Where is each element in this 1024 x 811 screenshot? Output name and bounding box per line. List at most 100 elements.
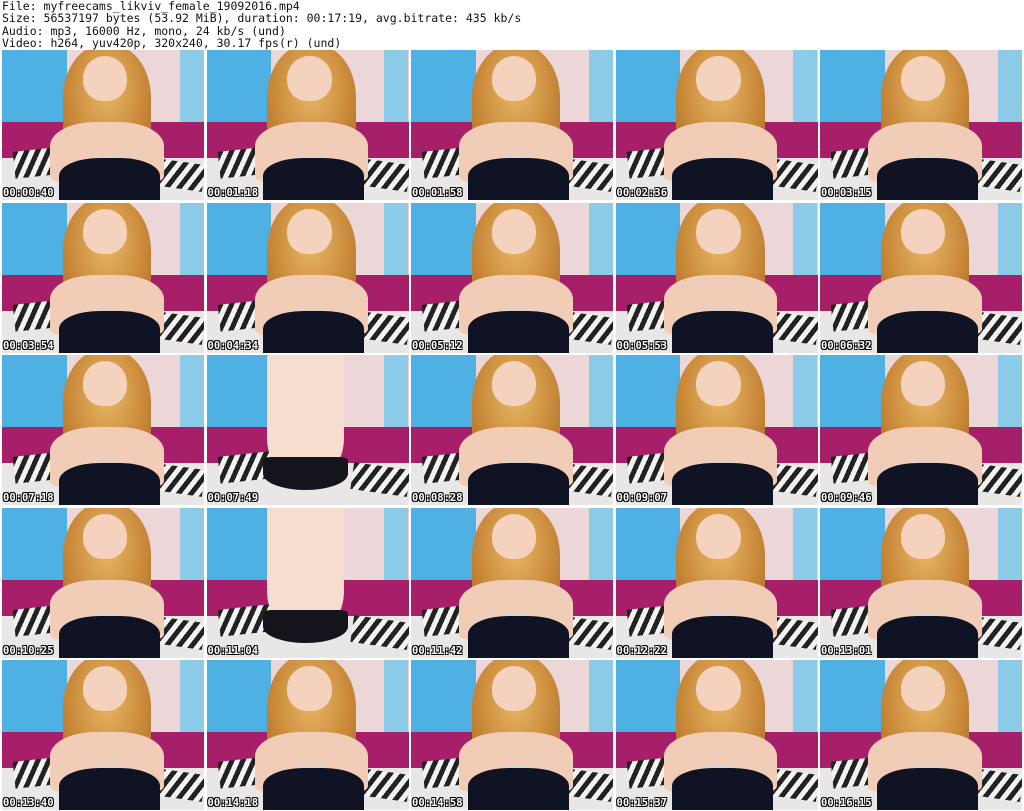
thumbnail-scene-bra: [467, 768, 569, 810]
video-thumbnail[interactable]: 00:11:42: [411, 507, 613, 658]
thumbnail-scene-face: [82, 208, 128, 254]
timestamp-label: 00:15:37: [616, 797, 668, 809]
thumbnail-scene-face: [900, 208, 946, 254]
thumbnail-scene-bra: [672, 768, 774, 810]
video-thumbnail[interactable]: 00:12:22: [615, 507, 818, 658]
thumbnail-scene-face: [900, 361, 946, 406]
thumbnail-scene-necklace: [90, 442, 124, 463]
thumbnail-scene-bra: [467, 463, 569, 505]
timestamp-label: 00:11:42: [412, 644, 463, 657]
video-thumbnail[interactable]: 00:04:34: [206, 202, 409, 353]
video-thumbnail[interactable]: 00:13:01: [820, 507, 1022, 658]
thumbnail-scene-face: [287, 666, 332, 711]
thumbnail-scene-necklace: [499, 137, 533, 158]
thumbnail-scene-necklace: [908, 290, 942, 311]
video-thumbnail[interactable]: 00:16:15: [820, 660, 1022, 810]
thumbnail-scene-face: [696, 56, 741, 101]
file-size-line: Size: 56537197 bytes (53.92 MiB), durati…: [2, 11, 522, 26]
thumbnail-scene-face: [900, 666, 946, 711]
thumbnail-scene-face: [696, 513, 741, 559]
thumbnail-scene-necklace: [908, 747, 942, 768]
video-thumbnail[interactable]: 00:01:18: [206, 50, 409, 200]
thumbnail-scene-panty: [263, 609, 348, 643]
timestamp-label: 00:13:01: [821, 644, 872, 657]
video-thumbnail[interactable]: 00:11:04: [206, 507, 409, 658]
thumbnail-scene-necklace: [499, 442, 533, 463]
thumbnail-scene-bra: [876, 158, 978, 200]
thumbnail-scene-bra: [672, 158, 774, 200]
video-thumbnail[interactable]: 00:06:32: [820, 202, 1022, 353]
thumbnail-scene-wall-blue2: [588, 355, 613, 438]
video-thumbnail[interactable]: 00:09:07: [615, 355, 818, 505]
thumbnail-scene-face: [491, 361, 537, 406]
thumbnail-scene-wall-blue2: [997, 355, 1022, 438]
thumbnail-scene-face: [82, 361, 128, 406]
video-thumbnail[interactable]: 00:07:18: [2, 355, 204, 505]
thumbnail-scene-necklace: [908, 137, 942, 158]
video-thumbnail[interactable]: 00:03:15: [820, 50, 1022, 200]
timestamp-label: 00:01:58: [412, 187, 463, 199]
video-thumbnail[interactable]: 00:09:46: [820, 355, 1022, 505]
timestamp-label: 00:14:58: [412, 797, 463, 809]
thumbnail-scene-face: [287, 208, 332, 254]
thumbnail-scene-wall-blue2: [793, 355, 818, 438]
thumbnail-scene-wall-blue2: [384, 50, 409, 133]
thumbnail-scene-necklace: [499, 290, 533, 311]
thumbnail-scene-wall-blue2: [179, 202, 204, 285]
thumbnail-scene-wall-blue2: [384, 202, 409, 285]
thumbnail-scene-bra: [467, 310, 569, 353]
thumbnail-scene-necklace: [295, 290, 328, 311]
thumbnail-scene-bra: [672, 463, 774, 505]
video-thumbnail[interactable]: 00:01:58: [411, 50, 613, 200]
thumbnail-scene-necklace: [499, 747, 533, 768]
video-thumbnail[interactable]: 00:07:49: [206, 355, 409, 505]
thumbnail-scene-wall-blue2: [793, 660, 818, 743]
thumbnail-scene-face: [696, 208, 741, 254]
video-thumbnail[interactable]: 00:15:37: [615, 660, 818, 810]
timestamp-label: 00:02:36: [616, 187, 668, 199]
video-thumbnail[interactable]: 00:00:40: [2, 50, 204, 200]
thumbnail-scene-face: [900, 513, 946, 559]
thumbnail-scene-necklace: [704, 290, 737, 311]
video-thumbnail[interactable]: 00:03:54: [2, 202, 204, 353]
thumbnail-scene-bra: [58, 615, 160, 658]
timestamp-label: 00:05:53: [616, 339, 668, 352]
thumbnail-scene-face: [696, 361, 741, 406]
video-thumbnail[interactable]: 00:05:12: [411, 202, 613, 353]
thumbnail-scene-bra: [876, 310, 978, 353]
thumbnail-scene-necklace: [90, 595, 124, 616]
timestamp-label: 00:12:22: [616, 644, 668, 657]
timestamp-label: 00:10:25: [3, 644, 54, 657]
thumbnail-scene-bra: [263, 768, 365, 810]
thumbnail-scene-bra: [263, 310, 365, 353]
video-info-line: Video: h264, yuv420p, 320x240, 30.17 fps…: [2, 36, 342, 51]
thumbnail-scene-wall-blue2: [384, 660, 409, 743]
timestamp-label: 00:16:15: [821, 797, 872, 809]
thumbnail-scene-bra: [672, 615, 774, 658]
timestamp-label: 00:08:28: [412, 492, 463, 504]
video-thumbnail[interactable]: 00:02:36: [615, 50, 818, 200]
thumbnail-scene-bra: [876, 463, 978, 505]
thumbnail-scene-bra: [876, 768, 978, 810]
thumbnail-scene-face: [82, 666, 128, 711]
video-thumbnail[interactable]: 00:13:40: [2, 660, 204, 810]
video-thumbnail[interactable]: 00:05:53: [615, 202, 818, 353]
timestamp-label: 00:03:54: [3, 339, 54, 352]
thumbnail-scene-wall-blue2: [179, 355, 204, 438]
timestamp-label: 00:07:18: [3, 492, 54, 504]
timestamp-label: 00:13:40: [3, 797, 54, 809]
thumbnail-scene-necklace: [704, 137, 737, 158]
thumbnail-scene-bra: [58, 463, 160, 505]
timestamp-label: 00:00:40: [3, 187, 54, 199]
video-thumbnail[interactable]: 00:14:58: [411, 660, 613, 810]
thumbnail-scene-wall-blue2: [997, 50, 1022, 133]
thumbnail-scene-necklace: [295, 137, 328, 158]
thumbnail-scene-wall-blue2: [793, 50, 818, 133]
video-thumbnail[interactable]: 00:08:28: [411, 355, 613, 505]
thumbnail-scene-wall-blue2: [588, 660, 613, 743]
video-thumbnail[interactable]: 00:10:25: [2, 507, 204, 658]
thumbnail-scene-necklace: [499, 595, 533, 616]
video-thumbnail[interactable]: 00:14:18: [206, 660, 409, 810]
timestamp-label: 00:04:34: [207, 339, 259, 352]
thumbnail-scene-face: [491, 56, 537, 101]
